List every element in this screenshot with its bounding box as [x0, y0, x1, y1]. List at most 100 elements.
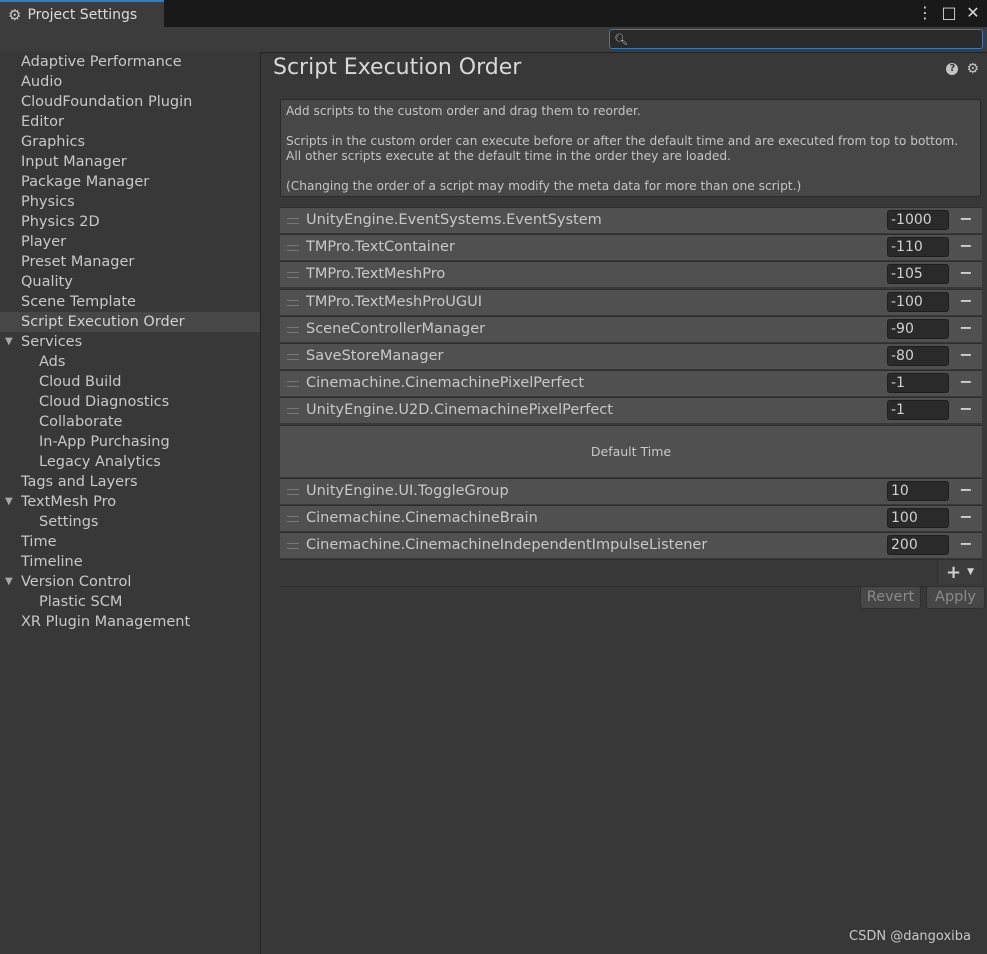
execution-order-field[interactable] [887, 535, 949, 556]
close-icon[interactable]: ✕ [965, 3, 981, 23]
remove-script-button[interactable]: − [956, 291, 976, 312]
sidebar-item-time[interactable]: Time [0, 532, 260, 552]
drag-handle-icon[interactable] [287, 272, 299, 279]
sidebar-item-version-control[interactable]: ▼ Version Control [0, 572, 260, 592]
apply-button[interactable]: Apply [926, 586, 985, 609]
sidebar-item-xr-plugin-management[interactable]: XR Plugin Management [0, 612, 260, 632]
sidebar-item-label: Input Manager [21, 154, 127, 170]
drag-handle-icon[interactable] [287, 381, 299, 388]
script-row[interactable]: SceneControllerManager − [280, 315, 982, 342]
script-row[interactable]: Cinemachine.CinemachineBrain − [280, 504, 982, 531]
tab-title: Project Settings [27, 6, 138, 23]
script-order-list: UnityEngine.EventSystems.EventSystem−TMP… [280, 207, 982, 588]
script-row[interactable]: UnityEngine.UI.ToggleGroup − [280, 477, 982, 504]
drag-handle-icon[interactable] [287, 408, 299, 415]
help-icon[interactable]: ? [946, 63, 959, 75]
execution-order-field[interactable] [887, 318, 949, 339]
drag-handle-icon[interactable] [287, 245, 299, 252]
maximize-icon[interactable]: □ [941, 3, 957, 23]
sidebar-item-preset-manager[interactable]: Preset Manager [0, 252, 260, 272]
execution-order-field[interactable] [887, 507, 949, 528]
sidebar-item-adaptive-performance[interactable]: Adaptive Performance [0, 52, 260, 72]
drag-handle-icon[interactable] [287, 488, 299, 495]
remove-script-button[interactable]: − [956, 345, 976, 366]
sidebar-item-timeline[interactable]: Timeline [0, 552, 260, 572]
execution-order-field[interactable] [887, 291, 949, 312]
remove-script-button[interactable]: − [956, 507, 976, 528]
drag-handle-icon[interactable] [287, 326, 299, 333]
settings-gear-icon[interactable]: ⚙ [966, 62, 979, 76]
sidebar-item-plastic-scm[interactable]: Plastic SCM [0, 592, 260, 612]
search-input[interactable] [631, 32, 972, 46]
drag-handle-icon[interactable] [287, 543, 299, 550]
execution-order-field[interactable] [887, 345, 949, 366]
drag-handle-icon[interactable] [287, 353, 299, 360]
expand-arrow-icon[interactable]: ▼ [5, 332, 13, 352]
script-name: TMPro.TextMeshProUGUI [306, 293, 482, 310]
remove-script-button[interactable]: − [956, 373, 976, 393]
expand-arrow-icon[interactable]: ▼ [5, 492, 13, 512]
sidebar-item-audio[interactable]: Audio [0, 72, 260, 92]
execution-order-field[interactable] [887, 210, 949, 230]
sidebar-item-label: Scene Template [21, 294, 136, 310]
sidebar-item-legacy-analytics[interactable]: Legacy Analytics [0, 452, 260, 472]
sidebar-item-cloud-build[interactable]: Cloud Build [0, 372, 260, 392]
script-name: UnityEngine.EventSystems.EventSystem [306, 212, 602, 228]
more-options-icon[interactable]: ⋮ [917, 3, 933, 23]
sidebar-item-label: Graphics [21, 134, 86, 150]
sidebar-item-label: Timeline [21, 554, 83, 570]
drag-handle-icon[interactable] [287, 299, 299, 306]
script-row[interactable]: Cinemachine.CinemachineIndependentImpuls… [280, 532, 982, 559]
sidebar-item-textmesh-pro[interactable]: ▼ TextMesh Pro [0, 492, 260, 512]
sidebar-item-editor[interactable]: Editor [0, 112, 260, 132]
remove-script-button[interactable]: − [956, 318, 976, 339]
sidebar-item-player[interactable]: Player [0, 232, 260, 252]
remove-script-button[interactable]: − [956, 400, 976, 420]
script-row[interactable]: SaveStoreManager − [280, 342, 982, 369]
sidebar-item-label: CloudFoundation Plugin [21, 94, 193, 110]
execution-order-field[interactable] [887, 237, 949, 258]
execution-order-field[interactable] [887, 400, 949, 421]
script-row[interactable]: TMPro.TextMeshProUGUI − [280, 288, 982, 315]
sidebar-item-label: In-App Purchasing [39, 434, 170, 450]
sidebar-item-label: Legacy Analytics [39, 454, 161, 470]
drag-handle-icon[interactable] [287, 218, 299, 224]
sidebar-item-cloud-diagnostics[interactable]: Cloud Diagnostics [0, 392, 260, 412]
sidebar-item-tags-and-layers[interactable]: Tags and Layers [0, 472, 260, 492]
search-field[interactable]: 🔍︎ [609, 29, 983, 49]
execution-order-field[interactable] [887, 373, 949, 394]
remove-script-button[interactable]: − [956, 210, 976, 230]
sidebar-item-physics[interactable]: Physics [0, 192, 260, 212]
sidebar-item-ads[interactable]: Ads [0, 352, 260, 372]
remove-script-button[interactable]: − [956, 535, 976, 555]
info-line-1: Add scripts to the custom order and drag… [286, 104, 641, 118]
sidebar-item-services[interactable]: ▼ Services [0, 332, 260, 352]
expand-arrow-icon[interactable]: ▼ [5, 572, 13, 592]
remove-script-button[interactable]: − [956, 480, 976, 501]
sidebar-item-quality[interactable]: Quality [0, 272, 260, 292]
sidebar-item-script-execution-order[interactable]: Script Execution Order [0, 312, 260, 332]
sidebar-item-scene-template[interactable]: Scene Template [0, 292, 260, 312]
tab-project-settings[interactable]: ⚙ Project Settings [0, 0, 164, 27]
remove-script-button[interactable]: − [956, 237, 976, 257]
script-row[interactable]: TMPro.TextContainer − [280, 234, 982, 261]
remove-script-button[interactable]: − [956, 264, 976, 284]
drag-handle-icon[interactable] [287, 515, 299, 522]
sidebar-item-graphics[interactable]: Graphics [0, 132, 260, 152]
script-row[interactable]: UnityEngine.U2D.CinemachinePixelPerfect − [280, 397, 982, 424]
script-row[interactable]: Cinemachine.CinemachinePixelPerfect − [280, 370, 982, 397]
sidebar-item-package-manager[interactable]: Package Manager [0, 172, 260, 192]
script-row[interactable]: TMPro.TextMeshPro − [280, 261, 982, 288]
sidebar-item-label: Services [21, 334, 83, 350]
sidebar-item-input-manager[interactable]: Input Manager [0, 152, 260, 172]
sidebar-item-in-app-purchasing[interactable]: In-App Purchasing [0, 432, 260, 452]
sidebar-item-cloudfoundation-plugin[interactable]: CloudFoundation Plugin [0, 92, 260, 112]
sidebar-item-physics-2d[interactable]: Physics 2D [0, 212, 260, 232]
add-script-button[interactable]: + ▼ [937, 560, 982, 585]
sidebar-item-settings[interactable]: Settings [0, 512, 260, 532]
revert-button[interactable]: Revert [860, 586, 921, 609]
execution-order-field[interactable] [887, 264, 949, 285]
sidebar-item-collaborate[interactable]: Collaborate [0, 412, 260, 432]
execution-order-field[interactable] [887, 480, 949, 501]
script-row[interactable]: UnityEngine.EventSystems.EventSystem − [280, 207, 982, 233]
